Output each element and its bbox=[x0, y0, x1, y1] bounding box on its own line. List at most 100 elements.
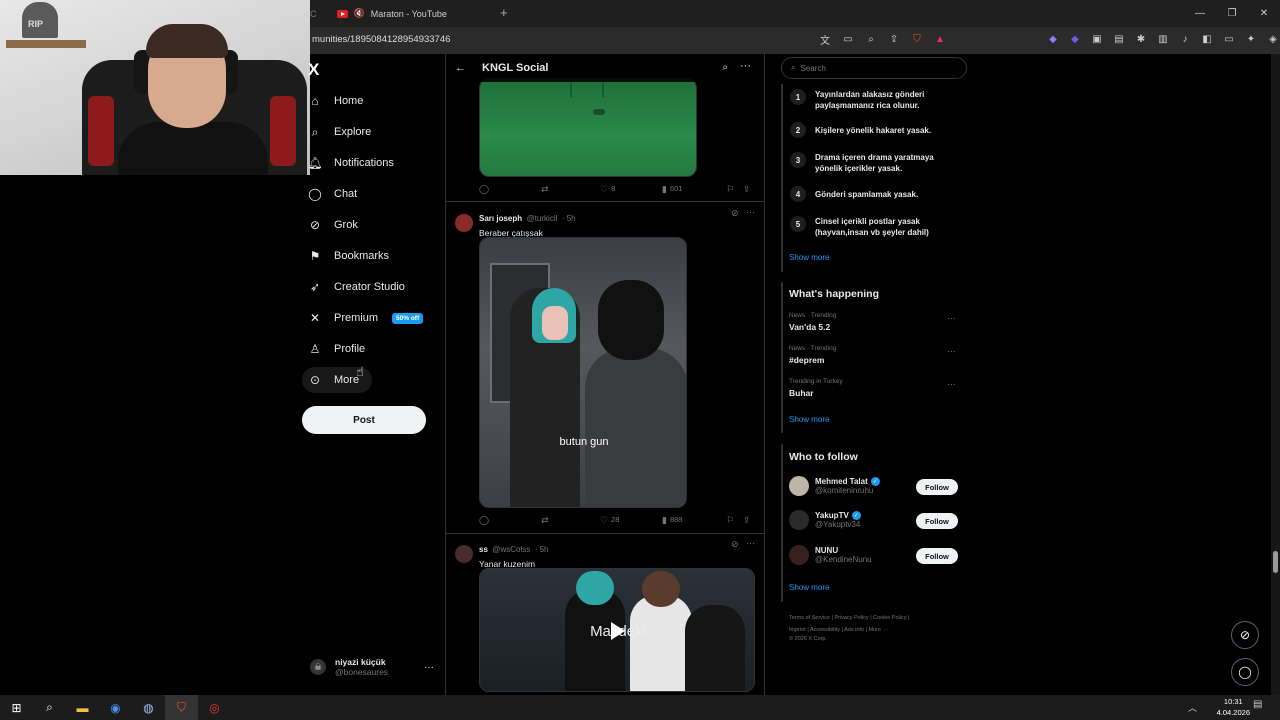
follow-suggestion[interactable]: Mehmed Talat ✓ @komiteninruhu bbox=[789, 476, 880, 496]
follow-suggestion[interactable]: NUNU @KendineNunu bbox=[789, 545, 872, 565]
repost-icon[interactable]: ⇄ bbox=[541, 184, 600, 195]
notification-center-icon[interactable]: ▤ bbox=[1253, 699, 1262, 710]
author-handle[interactable]: @turkicll bbox=[527, 214, 558, 223]
trend-more-icon[interactable]: ··· bbox=[947, 313, 956, 323]
wallet-icon[interactable]: ▭ bbox=[1222, 32, 1236, 46]
follow-button[interactable]: Follow bbox=[916, 513, 958, 529]
search-icon[interactable]: ⌕ bbox=[722, 62, 728, 73]
author-name[interactable]: Sarı joseph bbox=[479, 214, 522, 223]
extension-icon[interactable]: ▣ bbox=[1090, 32, 1104, 46]
author-name[interactable]: ss bbox=[479, 545, 488, 554]
follow-button[interactable]: Follow bbox=[916, 479, 958, 495]
nav-premium[interactable]: ✕ Premium 50% off bbox=[308, 311, 424, 325]
bookmark-icon[interactable]: ⚐ bbox=[726, 184, 743, 195]
follow-button[interactable]: Follow bbox=[916, 548, 958, 564]
trend-more-icon[interactable]: ··· bbox=[947, 379, 956, 389]
scrollbar[interactable] bbox=[1271, 54, 1280, 698]
chat-fab-icon[interactable]: ◯ bbox=[1231, 658, 1259, 686]
nav-profile[interactable]: ♙ Profile bbox=[308, 342, 366, 356]
extension-icon[interactable]: ◆ bbox=[1068, 32, 1082, 46]
taskbar-clock[interactable]: 10:31 4.04.2026 bbox=[1217, 696, 1250, 718]
sidebar-icon[interactable]: ◧ bbox=[1200, 32, 1214, 46]
nav-notifications[interactable]: 🔔︎ Notifications bbox=[307, 156, 394, 170]
trend-item[interactable]: Trending in Turkey Buhar bbox=[789, 378, 843, 398]
post-media-video[interactable]: Mazdeki bbox=[479, 568, 755, 692]
minimize-button[interactable]: — bbox=[1184, 0, 1216, 27]
post-media-image[interactable]: butun gun bbox=[479, 237, 687, 508]
windows-start-icon[interactable]: ⊞ bbox=[0, 695, 33, 720]
brave-browser-icon[interactable]: ⛉ bbox=[165, 695, 198, 720]
trend-more-icon[interactable]: ··· bbox=[947, 346, 956, 356]
nav-grok[interactable]: ⊘ Grok bbox=[308, 218, 358, 232]
nav-creator-studio[interactable]: ➶ Creator Studio bbox=[308, 280, 405, 294]
grok-icon[interactable]: ⊘ bbox=[731, 208, 739, 219]
more-icon[interactable]: ··· bbox=[746, 538, 755, 548]
trend-item[interactable]: News · Trending #deprem bbox=[789, 345, 836, 365]
footer-line[interactable]: Terms of Service | Privacy Policy | Cook… bbox=[789, 612, 969, 624]
happening-show-more-link[interactable]: Show more bbox=[789, 415, 829, 424]
author-handle[interactable]: @wsColss bbox=[492, 545, 530, 554]
share-icon[interactable]: ⇪ bbox=[743, 515, 751, 526]
share-icon[interactable]: ⇪ bbox=[887, 32, 901, 46]
follow-suggestion[interactable]: YakupTV ✓ @Yakuptv34 bbox=[789, 510, 861, 530]
nav-bookmarks[interactable]: ⚑ Bookmarks bbox=[308, 249, 389, 263]
footer-links[interactable]: Terms of Service | Privacy Policy | Cook… bbox=[789, 612, 969, 645]
search-icon[interactable]: ⌕ bbox=[33, 695, 66, 720]
like-button[interactable]: ♡ 8 bbox=[600, 184, 662, 195]
url-field[interactable]: munities/1895084128954933746 bbox=[312, 34, 450, 45]
grok-icon[interactable]: ⊘ bbox=[731, 539, 739, 550]
views-button[interactable]: ▮ 888 bbox=[662, 515, 726, 526]
brave-rewards-icon[interactable]: ▲ bbox=[933, 32, 947, 46]
views-button[interactable]: ▮ 601 bbox=[662, 184, 726, 195]
search-input[interactable]: ⌕ Search bbox=[781, 57, 967, 79]
rules-show-more-link[interactable]: Show more bbox=[789, 253, 829, 262]
extension-icon[interactable]: ◆ bbox=[1046, 32, 1060, 46]
close-button[interactable]: ✕ bbox=[1248, 0, 1280, 27]
steam-icon[interactable]: ◍ bbox=[132, 695, 165, 720]
grok-fab-icon[interactable]: ⊘ bbox=[1231, 621, 1259, 649]
repost-icon[interactable]: ⇄ bbox=[541, 515, 600, 526]
wallet-icon[interactable]: ▥ bbox=[1156, 32, 1170, 46]
avatar[interactable] bbox=[455, 214, 473, 232]
play-icon[interactable] bbox=[611, 622, 625, 640]
back-arrow-icon[interactable]: ← bbox=[455, 62, 466, 74]
chrome-icon[interactable]: ◉ bbox=[99, 695, 132, 720]
scrollbar-thumb[interactable] bbox=[1273, 551, 1278, 573]
tray-chevron-icon[interactable]: ︿ bbox=[1188, 701, 1197, 714]
extension-icon[interactable]: ▤ bbox=[1112, 32, 1126, 46]
app-icon[interactable]: ◎ bbox=[198, 695, 231, 720]
nav-chat[interactable]: ◯ Chat bbox=[308, 187, 357, 201]
cast-icon[interactable]: ▭ bbox=[841, 32, 855, 46]
reply-icon[interactable]: ◯ bbox=[479, 515, 541, 526]
more-icon[interactable]: ··· bbox=[740, 60, 751, 72]
trend-item[interactable]: News · Trending Van'da 5.2 bbox=[789, 312, 836, 332]
post-media-image[interactable] bbox=[479, 78, 697, 177]
new-tab-button[interactable]: + bbox=[500, 5, 508, 20]
trend-meta: News · Trending bbox=[789, 345, 837, 352]
restore-button[interactable]: ❐ bbox=[1216, 0, 1248, 27]
follow-show-more-link[interactable]: Show more bbox=[789, 583, 829, 592]
x-logo[interactable]: X bbox=[308, 60, 319, 80]
muted-speaker-icon[interactable]: 🔇 bbox=[354, 8, 365, 19]
leo-ai-icon[interactable]: ✦ bbox=[1244, 32, 1258, 46]
bookmark-icon[interactable]: ⚐ bbox=[726, 515, 743, 526]
more-icon[interactable]: ··· bbox=[746, 207, 755, 217]
nav-more[interactable]: ⊙ More bbox=[308, 373, 359, 387]
brave-shield-icon[interactable]: ⛉ bbox=[910, 32, 924, 46]
share-icon[interactable]: ⇪ bbox=[743, 184, 751, 195]
account-switcher[interactable]: ☠ niyazi küçük @bonesaures bbox=[310, 657, 388, 677]
reply-icon[interactable]: ◯ bbox=[479, 184, 541, 195]
browser-tab[interactable]: C 🔇 Maraton - YouTube bbox=[310, 0, 447, 27]
avatar[interactable] bbox=[455, 545, 473, 563]
nav-home[interactable]: ⌂ Home bbox=[308, 94, 363, 108]
account-more-icon[interactable]: ··· bbox=[424, 662, 434, 673]
vpn-icon[interactable]: ◈ bbox=[1266, 32, 1280, 46]
like-button[interactable]: ♡ 28 bbox=[600, 515, 662, 526]
zoom-icon[interactable]: ⌕ bbox=[864, 32, 878, 46]
nav-explore[interactable]: ⌕ Explore bbox=[308, 125, 372, 139]
post-button[interactable]: Post bbox=[302, 406, 426, 434]
translate-icon[interactable]: 文 bbox=[818, 32, 832, 47]
music-icon[interactable]: ♪ bbox=[1178, 32, 1192, 46]
file-explorer-icon[interactable]: ▬ bbox=[66, 695, 99, 720]
puzzle-icon[interactable]: ✱ bbox=[1134, 32, 1148, 46]
